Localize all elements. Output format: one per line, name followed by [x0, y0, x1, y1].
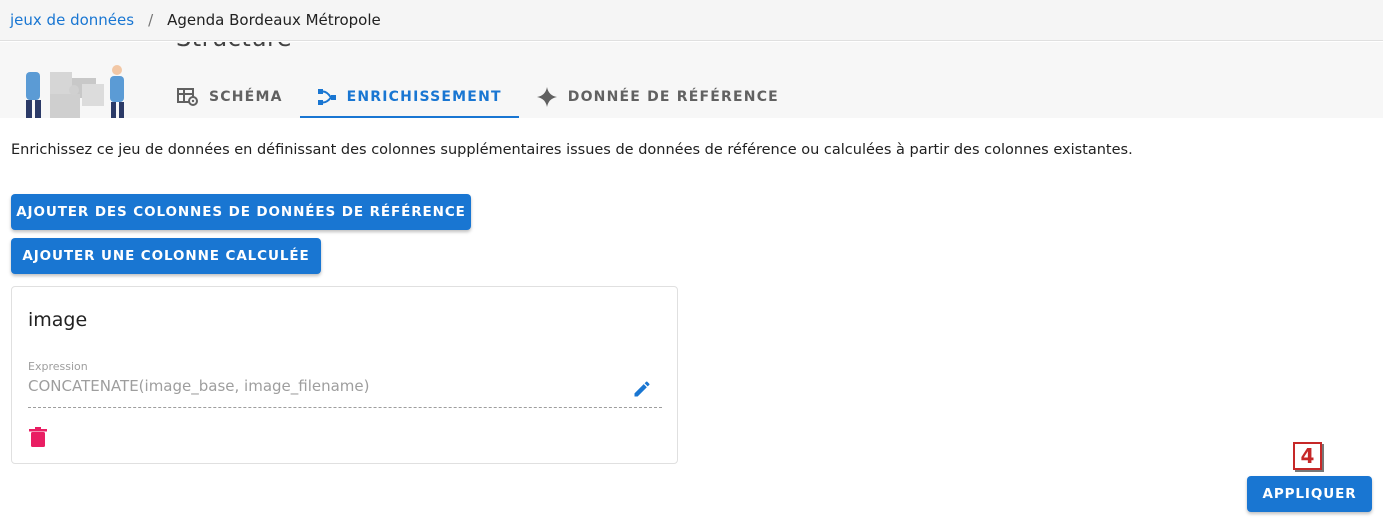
- intro-text: Enrichissez ce jeu de données en définis…: [11, 142, 1133, 158]
- puzzle-illustration: [26, 65, 124, 118]
- expression-field[interactable]: CONCATENATE(image_base, image_filename): [28, 377, 370, 395]
- tab-schema-label: SCHÉMA: [209, 89, 283, 105]
- tab-reference-label: DONNÉE DE RÉFÉRENCE: [567, 89, 779, 105]
- step-marker: 4: [1293, 442, 1322, 470]
- tab-enrichment-label: ENRICHISSEMENT: [346, 89, 502, 105]
- table-cog-icon: [177, 88, 198, 106]
- section-header: Structure SCHÉMA ENRICHISSEMENT: [0, 42, 1383, 118]
- apply-button[interactable]: APPLIQUER: [1247, 476, 1372, 512]
- connection-icon: [317, 89, 336, 105]
- column-card: image Expression CONCATENATE(image_base,…: [11, 286, 678, 464]
- expression-label: Expression: [28, 360, 88, 373]
- add-reference-columns-button[interactable]: AJOUTER DES COLONNES DE DONNÉES DE RÉFÉR…: [11, 194, 471, 230]
- sparkle-icon: [536, 87, 557, 107]
- add-calculated-column-button[interactable]: AJOUTER UNE COLONNE CALCULÉE: [11, 238, 321, 274]
- pencil-icon[interactable]: [632, 379, 652, 399]
- tab-reference-data[interactable]: DONNÉE DE RÉFÉRENCE: [519, 76, 796, 118]
- breadcrumb-separator: /: [148, 11, 154, 29]
- tab-bar: SCHÉMA ENRICHISSEMENT DONNÉE DE RÉFÉRENC…: [160, 76, 796, 118]
- tab-enrichment[interactable]: ENRICHISSEMENT: [299, 76, 519, 118]
- breadcrumb: jeux de données / Agenda Bordeaux Métrop…: [0, 0, 1383, 41]
- column-title: image: [28, 309, 88, 331]
- tab-schema[interactable]: SCHÉMA: [160, 76, 300, 118]
- breadcrumb-current: Agenda Bordeaux Métropole: [167, 11, 381, 29]
- trash-icon[interactable]: [29, 427, 47, 447]
- expression-underline: [28, 407, 662, 408]
- breadcrumb-link-datasets[interactable]: jeux de données: [10, 11, 134, 29]
- section-title: Structure: [176, 42, 292, 52]
